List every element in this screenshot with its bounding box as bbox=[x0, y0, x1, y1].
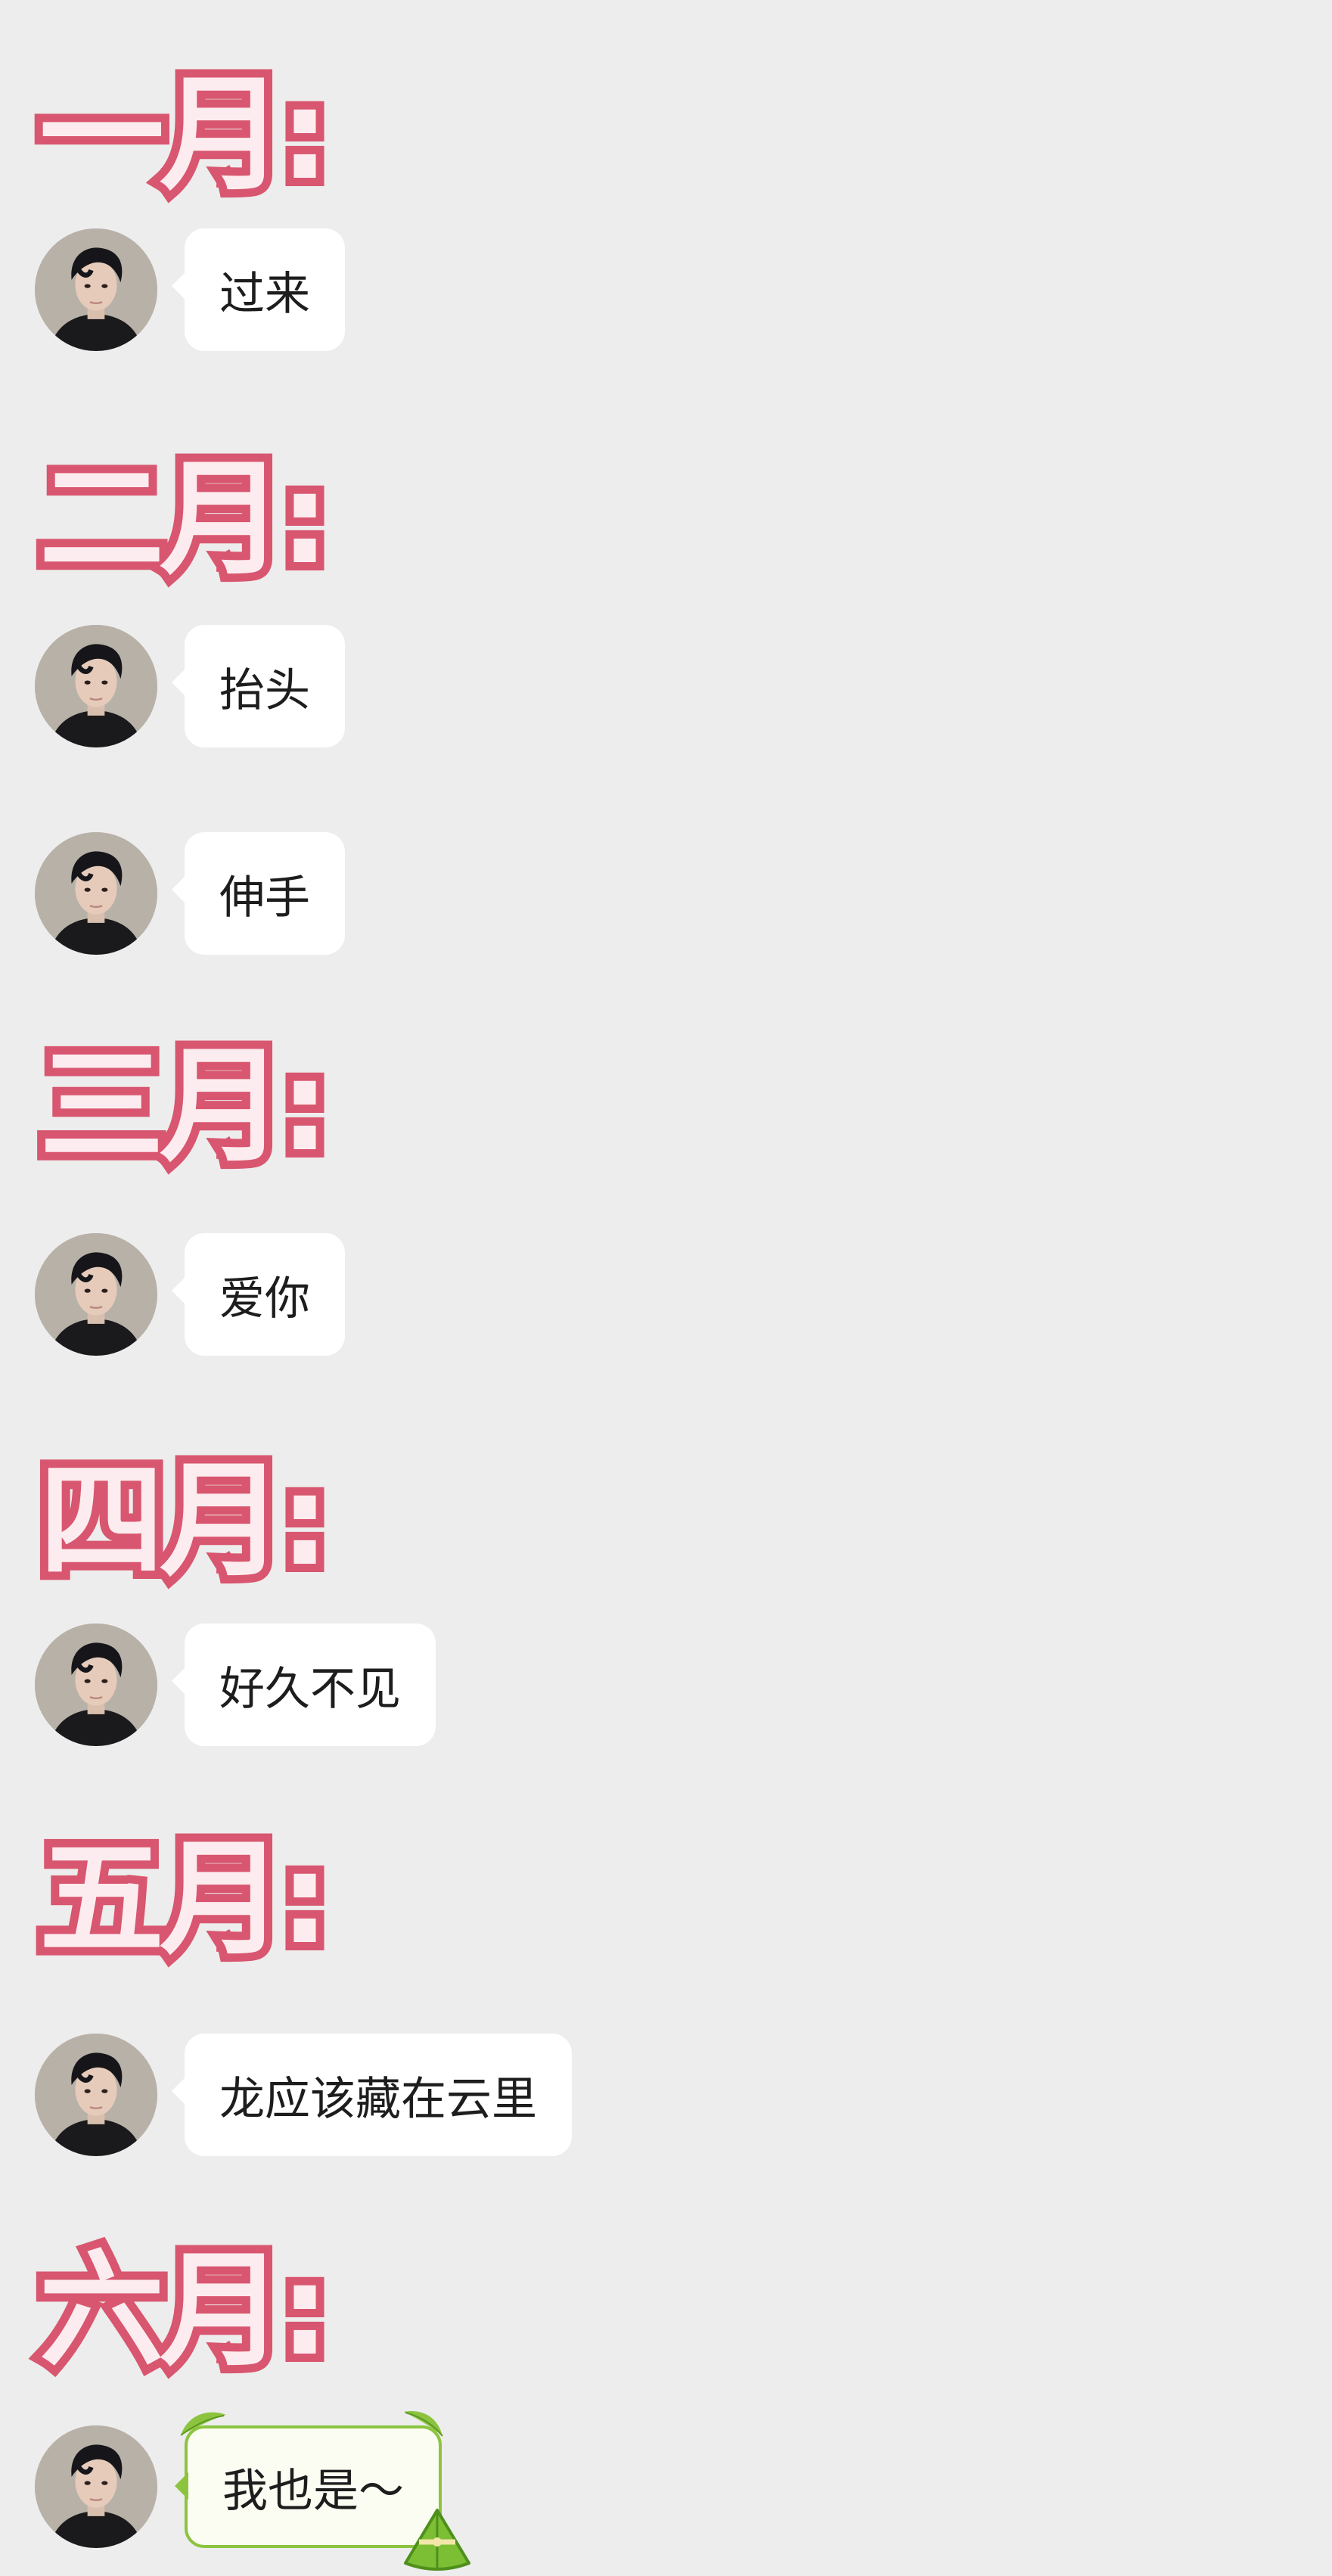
chat-message: 我也是～ bbox=[35, 2411, 470, 2571]
message-bubble[interactable]: 抬头 bbox=[172, 625, 345, 747]
month-title-5: 五月: bbox=[31, 1826, 338, 1972]
message-text: 爱你 bbox=[219, 1272, 310, 1325]
leaf-icon bbox=[404, 2411, 443, 2437]
month-title-3: 三月: bbox=[31, 1033, 338, 1179]
chat-message: 好久不见 bbox=[35, 1624, 436, 1746]
person-avatar-icon bbox=[35, 1233, 157, 1356]
message-text: 好久不见 bbox=[219, 1662, 401, 1716]
avatar[interactable] bbox=[35, 228, 157, 351]
zongzi-icon bbox=[404, 2509, 470, 2571]
chat-message: 伸手 bbox=[35, 832, 345, 955]
person-avatar-icon bbox=[35, 228, 157, 351]
person-avatar-icon bbox=[35, 2425, 157, 2548]
message-text: 伸手 bbox=[219, 871, 310, 924]
message-bubble[interactable]: 伸手 bbox=[172, 832, 345, 955]
message-bubble[interactable]: 爱你 bbox=[172, 1233, 345, 1356]
avatar[interactable] bbox=[35, 1624, 157, 1746]
message-text: 过来 bbox=[219, 267, 310, 321]
month-title-4: 四月: bbox=[31, 1448, 338, 1593]
message-bubble[interactable]: 我也是～ bbox=[175, 2411, 470, 2571]
avatar[interactable] bbox=[35, 2034, 157, 2156]
month-title-6: 六月: bbox=[31, 2238, 338, 2383]
avatar[interactable] bbox=[35, 2425, 157, 2548]
person-avatar-icon bbox=[35, 2034, 157, 2156]
person-avatar-icon bbox=[35, 832, 157, 955]
chat-message: 爱你 bbox=[35, 1233, 345, 1356]
message-bubble[interactable]: 过来 bbox=[172, 228, 345, 351]
message-text: 我也是～ bbox=[222, 2464, 404, 2518]
chat-message: 龙应该藏在云里 bbox=[35, 2034, 572, 2156]
message-text: 龙应该藏在云里 bbox=[219, 2072, 537, 2126]
month-title-1: 一月: bbox=[31, 62, 338, 207]
month-title-2: 二月: bbox=[31, 446, 338, 592]
message-text: 抬头 bbox=[219, 663, 310, 717]
avatar[interactable] bbox=[35, 625, 157, 747]
chat-message: 过来 bbox=[35, 228, 345, 351]
person-avatar-icon bbox=[35, 625, 157, 747]
leaf-icon bbox=[180, 2412, 226, 2436]
message-bubble[interactable]: 好久不见 bbox=[172, 1624, 436, 1746]
person-avatar-icon bbox=[35, 1624, 157, 1746]
chat-message: 抬头 bbox=[35, 625, 345, 747]
avatar[interactable] bbox=[35, 832, 157, 955]
message-bubble[interactable]: 龙应该藏在云里 bbox=[172, 2034, 572, 2156]
avatar[interactable] bbox=[35, 1233, 157, 1356]
